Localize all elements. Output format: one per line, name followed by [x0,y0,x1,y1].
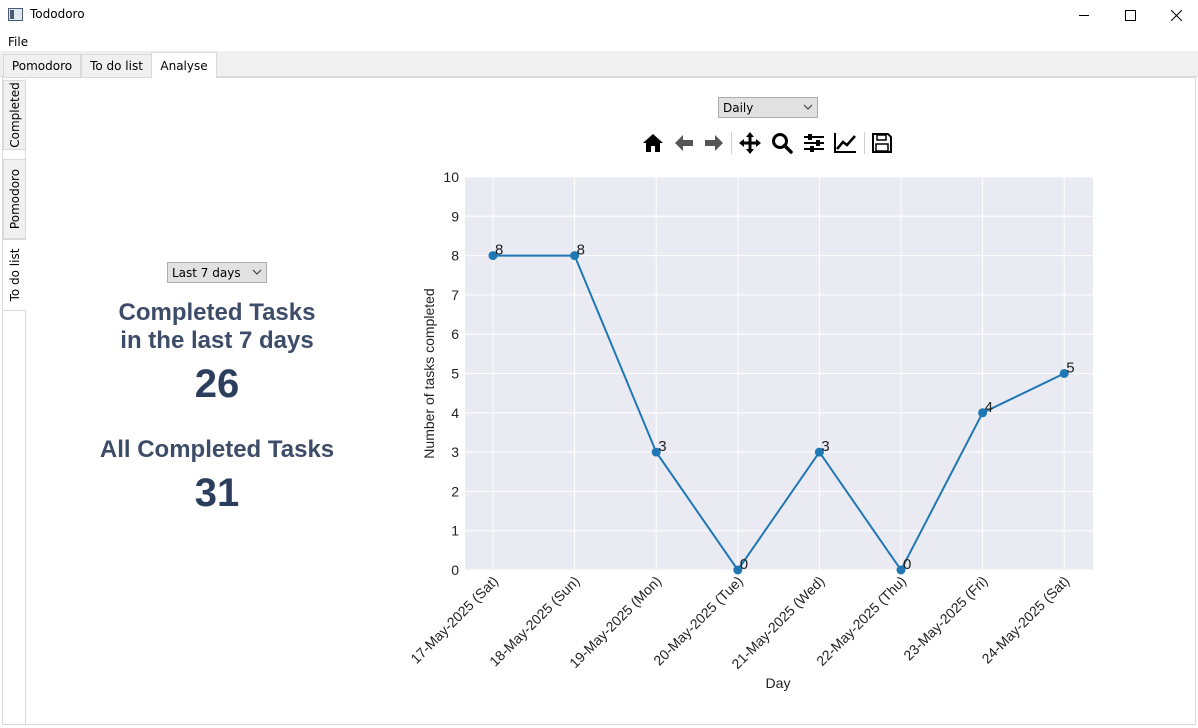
side-tab-to-do-list[interactable]: To do list [2,239,26,311]
window-title: Tododoro [30,7,85,21]
period-select[interactable]: Daily [718,97,818,118]
x-axis-label: Day [766,675,791,691]
back-arrow-icon [675,135,693,151]
home-icon [643,134,663,152]
pan-button[interactable] [737,130,763,156]
data-label: 8 [495,242,503,259]
back-button[interactable] [671,130,697,156]
side-tab-pomodoro[interactable]: Pomodoro [3,159,26,239]
all-completed-count: 31 [194,471,240,515]
data-label: 0 [903,556,911,573]
x-tick-label: 17-May-2025 (Sat) [407,573,501,667]
y-tick-label: 6 [451,326,459,342]
configure-subplots-button[interactable] [801,130,827,156]
all-completed-heading: All Completed Tasks [99,436,335,463]
zoom-icon [772,133,793,154]
close-button[interactable] [1153,0,1198,30]
data-label: 8 [577,242,585,259]
data-label: 3 [658,438,666,455]
side-tab-completed[interactable]: Completed [3,80,26,150]
y-tick-label: 10 [443,169,459,185]
y-axis-label: Number of tasks completed [421,288,437,458]
minimize-button[interactable] [1061,0,1107,30]
data-label: 0 [740,556,748,573]
edit-axis-icon [834,133,856,153]
menu-bar: File [0,31,1198,51]
x-tick-label: 19-May-2025 (Mon) [566,573,664,671]
data-label: 5 [1066,360,1074,377]
y-tick-label: 2 [451,483,459,499]
y-tick-label: 0 [451,562,459,578]
tab-analyse[interactable]: Analyse [151,52,217,78]
toolbar-separator [864,132,865,154]
save-icon [872,133,892,153]
side-tab-to-do-list-label: To do list [7,248,22,302]
configure-subplots-icon [804,134,824,152]
y-tick-label: 7 [451,287,459,303]
y-tick-label: 9 [451,208,459,224]
toolbar-separator [731,132,732,154]
minimize-icon [1079,15,1089,16]
tab-pomodoro[interactable]: Pomodoro [3,54,81,77]
completed-tasks-heading-line2: in the last 7 days [120,327,314,354]
y-tick-label: 3 [451,444,459,460]
plot-toolbar [640,130,900,156]
x-tick-label: 24-May-2025 (Sat) [978,573,1072,667]
x-tick-label: 20-May-2025 (Tue) [650,573,746,669]
completed-tasks-heading-line1: Completed Tasks [118,299,316,326]
side-tab-completed-label: Completed [8,82,22,148]
y-axis-ticks: 0 1 2 3 4 5 6 7 8 9 10 [443,169,459,578]
data-label: 4 [985,399,993,416]
y-tick-label: 5 [451,366,459,382]
y-tick-label: 4 [451,405,459,421]
x-tick-label: 18-May-2025 (Sun) [486,573,583,670]
home-button[interactable] [640,130,666,156]
forward-arrow-icon [705,135,723,151]
pan-icon [739,132,761,154]
zoom-button[interactable] [769,130,795,156]
chevron-down-icon [803,104,813,110]
range-select[interactable]: Last 7 days [167,262,267,283]
tab-to-do-list[interactable]: To do list [81,54,152,77]
data-label: 3 [821,438,829,455]
save-button[interactable] [869,130,895,156]
chevron-down-icon [252,269,262,275]
period-select-value: Daily [723,100,754,115]
y-tick-label: 1 [451,523,459,539]
main-tab-bar: Pomodoro To do list Analyse [0,51,1198,78]
edit-axis-button[interactable] [832,130,858,156]
forward-button[interactable] [701,130,727,156]
app-icon [8,8,23,21]
y-tick-label: 8 [451,248,459,264]
title-bar: Tododoro [0,0,1198,30]
x-axis-ticks: 17-May-2025 (Sat)18-May-2025 (Sun)19-May… [407,573,1072,672]
x-tick-label: 22-May-2025 (Thu) [813,573,909,669]
completed-tasks-heading: Completed Tasks in the last 7 days [96,299,338,355]
x-tick-label: 23-May-2025 (Fri) [900,573,991,664]
maximize-button[interactable] [1107,0,1153,30]
side-tab-pomodoro-label: Pomodoro [8,168,22,230]
tasks-line-chart: 0 1 2 3 4 5 6 7 8 9 10 17-May-2025 (Sat)18-May-202… [407,169,1093,691]
range-select-value: Last 7 days [172,265,241,280]
completed-tasks-count: 26 [194,362,240,406]
maximize-icon [1124,9,1136,21]
menu-file[interactable]: File [8,35,28,49]
close-icon [1170,9,1182,21]
